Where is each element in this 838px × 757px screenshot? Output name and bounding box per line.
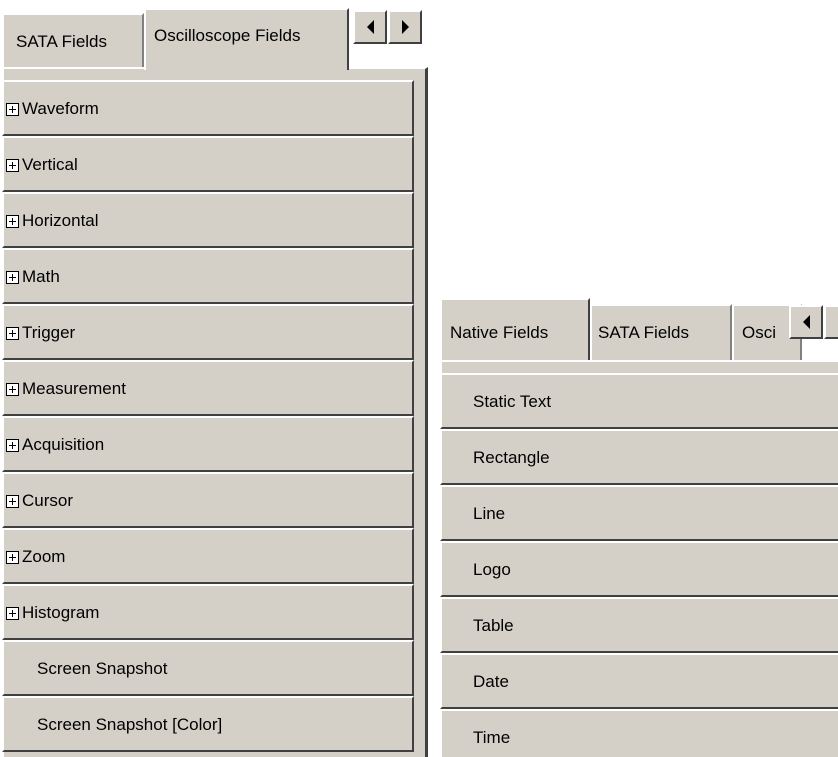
field-item[interactable]: Screen Snapshot [Color]	[2, 696, 414, 752]
tab-sata-fields[interactable]: SATA Fields	[2, 13, 144, 67]
field-item[interactable]: Vertical	[2, 136, 414, 192]
arrow-left-icon	[366, 20, 374, 34]
field-item-label: Date	[473, 672, 509, 691]
field-item[interactable]: Table	[440, 597, 838, 653]
expand-plus-icon[interactable]	[6, 326, 19, 340]
tab-label: SATA Fields	[598, 323, 690, 342]
field-item[interactable]: Static Text	[440, 373, 838, 429]
tab-label: Oscilloscope Fields	[154, 26, 301, 45]
field-item-label: Line	[473, 504, 506, 523]
native-fields-panel: Native Fields SATA Fields Osci Static Te…	[438, 293, 838, 757]
field-item[interactable]: Screen Snapshot	[2, 640, 414, 696]
field-item-label: Static Text	[473, 392, 552, 411]
field-item[interactable]: Math	[2, 248, 414, 304]
expand-plus-icon[interactable]	[6, 214, 19, 228]
tab-label: Osci	[742, 323, 776, 342]
field-item[interactable]: Acquisition	[2, 416, 414, 472]
field-item-label: Screen Snapshot	[37, 659, 168, 678]
field-item-label: Histogram	[22, 603, 100, 622]
expand-plus-icon[interactable]	[6, 438, 19, 452]
field-item-label: Time	[473, 728, 511, 747]
field-item-label: Rectangle	[473, 448, 550, 467]
tab-label: SATA Fields	[16, 32, 108, 51]
expand-plus-icon[interactable]	[6, 270, 19, 284]
field-item-label: Vertical	[22, 155, 78, 174]
field-item[interactable]: Horizontal	[2, 192, 414, 248]
oscilloscope-fields-panel: SATA Fields Oscilloscope Fields Waveform…	[0, 0, 428, 757]
expand-plus-icon[interactable]	[6, 494, 19, 508]
tab-oscilloscope-fields[interactable]: Oscilloscope Fields	[144, 8, 349, 70]
field-item[interactable]: Time	[440, 709, 838, 757]
field-item[interactable]: Waveform	[2, 80, 414, 136]
arrow-left-icon	[802, 315, 810, 329]
field-item[interactable]: Cursor	[2, 472, 414, 528]
expand-plus-icon[interactable]	[6, 102, 19, 116]
field-item-label: Acquisition	[22, 435, 105, 454]
field-item-label: Horizontal	[22, 211, 99, 230]
tab-scroll-left-button[interactable]	[353, 10, 387, 44]
field-item[interactable]: Date	[440, 653, 838, 709]
field-item-label: Math	[22, 267, 60, 286]
field-item-label: Screen Snapshot [Color]	[37, 715, 223, 734]
field-item-label: Measurement	[22, 379, 126, 398]
field-item[interactable]: Trigger	[2, 304, 414, 360]
tab-scroll-right-button[interactable]	[388, 10, 422, 44]
expand-plus-icon[interactable]	[6, 158, 19, 172]
expand-plus-icon[interactable]	[6, 606, 19, 620]
field-item-label: Waveform	[22, 99, 99, 118]
field-item-label: Zoom	[22, 547, 66, 566]
field-item-label: Cursor	[22, 491, 74, 510]
tab-label: Native Fields	[450, 323, 549, 342]
arrow-right-icon	[401, 20, 409, 34]
field-item-label: Logo	[473, 560, 511, 579]
field-item[interactable]: Line	[440, 485, 838, 541]
field-item[interactable]: Measurement	[2, 360, 414, 416]
expand-plus-icon[interactable]	[6, 382, 19, 396]
field-item-label: Trigger	[22, 323, 76, 342]
field-item[interactable]: Rectangle	[440, 429, 838, 485]
expand-plus-icon[interactable]	[6, 550, 19, 564]
field-item[interactable]: Histogram	[2, 584, 414, 640]
tab-native-fields[interactable]: Native Fields	[440, 298, 590, 360]
tab-sata-fields[interactable]: SATA Fields	[590, 304, 732, 360]
field-item[interactable]: Logo	[440, 541, 838, 597]
tab-scroll-right-button[interactable]	[824, 305, 838, 339]
field-item[interactable]: Zoom	[2, 528, 414, 584]
tab-scroll-left-button[interactable]	[789, 305, 823, 339]
field-item-label: Table	[473, 616, 514, 635]
